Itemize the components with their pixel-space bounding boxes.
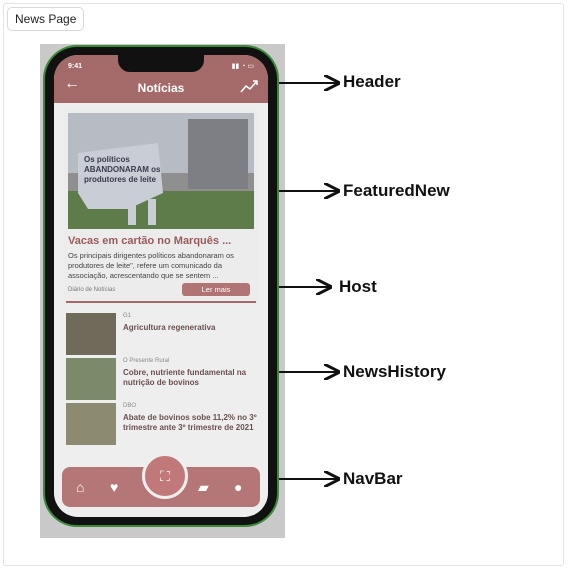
label-featurednew: FeaturedNew (343, 181, 450, 200)
label-newshistory: NewsHistory (343, 362, 446, 381)
label-navbar: NavBar (343, 469, 403, 488)
annotation-arrows (279, 0, 570, 572)
label-host: Host (339, 277, 377, 296)
label-header: Header (343, 72, 401, 91)
